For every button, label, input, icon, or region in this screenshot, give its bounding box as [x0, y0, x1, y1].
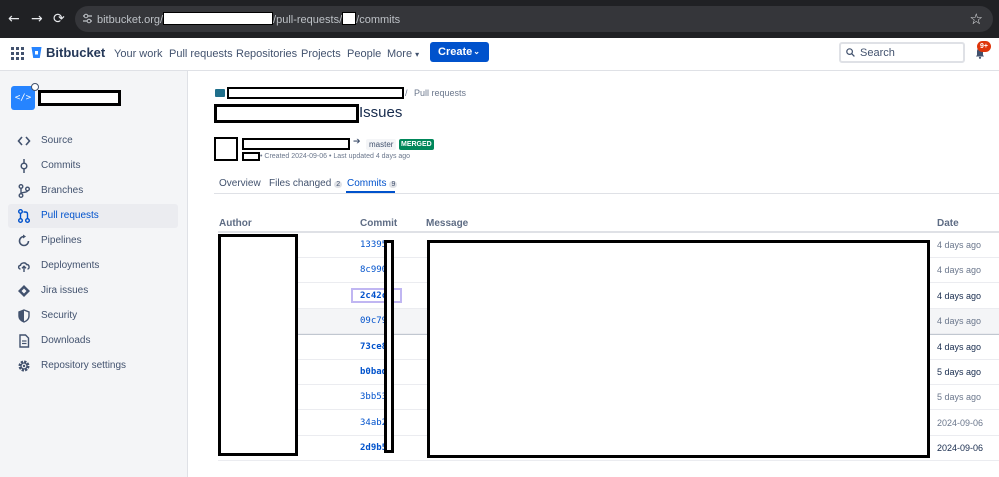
sidebar-item-repository-settings[interactable]: Repository settings: [8, 354, 178, 378]
sidebar-item-label: Pull requests: [41, 210, 99, 221]
sidebar-item-branches[interactable]: Branches: [8, 179, 178, 203]
pr-meta: • Created 2024-09-06 • Last updated 4 da…: [260, 153, 411, 160]
top-navigation: Bitbucket Your work Pull requests Reposi…: [0, 38, 999, 71]
tab-label: Files changed: [269, 178, 332, 189]
gear-icon: [18, 360, 30, 372]
sidebar-item-downloads[interactable]: Downloads: [8, 329, 178, 353]
page-title: Issues: [359, 104, 403, 121]
commit-date: 4 days ago: [937, 342, 982, 352]
sidebar-item-label: Jira issues: [41, 285, 89, 296]
column-header-author: Author: [219, 218, 252, 229]
redacted-breadcrumb[interactable]: [227, 87, 404, 99]
url-text: bitbucket.org//pull-requests//commits: [97, 12, 401, 26]
breadcrumb-separator: /: [405, 88, 408, 98]
code-icon: [17, 136, 31, 146]
sidebar-item-label: Source: [41, 135, 73, 146]
pipelines-icon: [18, 234, 30, 247]
commit-icon: [20, 159, 28, 173]
column-header-message: Message: [426, 218, 469, 229]
search-icon: [846, 48, 855, 57]
repository-sidebar: </> Source Commits Branches Pull request…: [0, 71, 188, 477]
tab-overview[interactable]: Overview: [219, 178, 261, 189]
redacted-source-branch[interactable]: [242, 138, 350, 150]
jira-icon: [18, 285, 30, 297]
nav-projects[interactable]: Projects: [301, 48, 341, 60]
browser-toolbar: ← → ⟳ bitbucket.org//pull-requests//comm…: [0, 0, 999, 38]
sidebar-item-label: Commits: [41, 160, 81, 171]
column-header-commit: Commit: [360, 218, 398, 229]
search-placeholder: Search: [860, 47, 895, 59]
site-settings-icon[interactable]: [82, 13, 93, 24]
bookmark-star-icon[interactable]: ☆: [970, 10, 983, 28]
sidebar-item-jira-issues[interactable]: Jira issues: [8, 279, 178, 303]
brand-name[interactable]: Bitbucket: [46, 45, 105, 60]
sidebar-item-label: Security: [41, 310, 78, 321]
chevron-down-icon: ⌄: [473, 47, 480, 56]
sidebar-item-security[interactable]: Security: [8, 304, 178, 328]
nav-repositories[interactable]: Repositories: [236, 48, 297, 60]
tab-label: Commits: [347, 178, 387, 189]
commit-date: 5 days ago: [937, 367, 982, 377]
search-input[interactable]: Search: [839, 42, 965, 63]
sidebar-item-label: Deployments: [41, 260, 100, 271]
repository-icon: [215, 89, 225, 97]
tab-commits[interactable]: Commits 9: [347, 178, 398, 189]
notification-badge: 9+: [977, 41, 991, 52]
redacted-message-column: [427, 240, 930, 458]
redacted-block: [163, 12, 274, 25]
tab-files-changed[interactable]: Files changed 2: [269, 178, 343, 189]
commit-date: 4 days ago: [937, 316, 982, 326]
sidebar-item-label: Pipelines: [41, 235, 82, 246]
redacted-commit-hash-suffix: [384, 240, 394, 453]
column-header-date: Date: [937, 218, 959, 229]
redacted-title-prefix: [214, 104, 359, 123]
shield-icon: [18, 309, 30, 323]
commit-date: 4 days ago: [937, 265, 982, 275]
arrow-right-icon: ➔: [353, 137, 361, 147]
create-button[interactable]: Create ⌄: [430, 42, 489, 62]
destination-branch[interactable]: master: [366, 139, 397, 150]
sidebar-item-label: Repository settings: [41, 360, 127, 371]
sidebar-item-commits[interactable]: Commits: [8, 154, 178, 178]
breadcrumb-pull-requests[interactable]: Pull requests: [414, 88, 466, 98]
nav-people[interactable]: People: [347, 48, 381, 60]
status-badge: MERGED: [399, 139, 434, 150]
sidebar-item-label: Branches: [41, 185, 84, 196]
nav-more[interactable]: More ▾: [387, 48, 419, 60]
nav-pull-requests[interactable]: Pull requests: [169, 48, 233, 60]
commit-date: 2024-09-06: [937, 418, 984, 428]
redacted-author-column: [218, 234, 298, 456]
redacted-author-name[interactable]: [242, 152, 260, 161]
divider: [214, 193, 999, 194]
bitbucket-logo-icon[interactable]: [31, 46, 42, 59]
nav-your-work[interactable]: Your work: [114, 48, 163, 60]
chevron-down-icon: ▾: [415, 50, 420, 59]
document-icon: [19, 334, 30, 348]
nav-more-label: More: [387, 48, 413, 60]
tab-label: Overview: [219, 178, 261, 189]
sidebar-item-source[interactable]: Source: [8, 129, 178, 153]
commit-date: 5 days ago: [937, 392, 982, 402]
focus-ring: [351, 288, 402, 303]
commit-date: 4 days ago: [937, 240, 982, 250]
redacted-author-avatar[interactable]: [214, 137, 238, 161]
redacted-block: [342, 12, 357, 25]
tab-count: 2: [334, 181, 343, 188]
tab-count: 9: [389, 181, 398, 188]
sidebar-item-label: Downloads: [41, 335, 91, 346]
create-button-label: Create: [438, 46, 473, 58]
cloud-upload-icon: [17, 262, 30, 272]
sidebar-item-pipelines[interactable]: Pipelines: [8, 229, 178, 253]
sidebar-item-pull-requests[interactable]: Pull requests: [8, 204, 178, 228]
sidebar-item-deployments[interactable]: Deployments: [8, 254, 178, 278]
app-switcher-icon[interactable]: [11, 47, 24, 60]
commit-date: 4 days ago: [937, 291, 982, 301]
branch-icon: [18, 184, 30, 198]
pull-request-icon: [18, 209, 30, 223]
redacted-repository-name[interactable]: [38, 90, 121, 106]
reload-icon[interactable]: ⟳: [53, 10, 65, 28]
commit-date: 2024-09-06: [937, 443, 984, 453]
forward-icon[interactable]: →: [31, 10, 43, 28]
back-icon[interactable]: ←: [8, 10, 20, 28]
